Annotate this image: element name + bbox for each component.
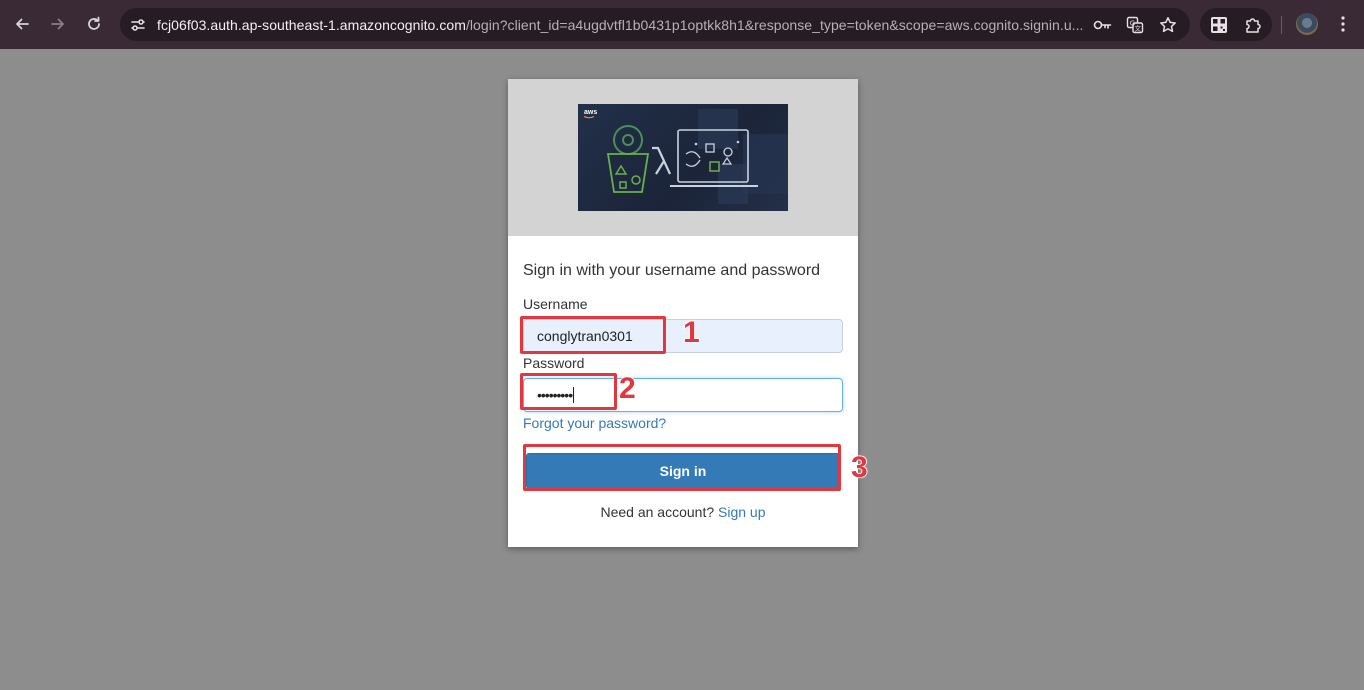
url-path: /login?client_id=a4ugdvtfl1b0431p1optkk8… [465, 17, 1084, 33]
qr-extension-icon[interactable] [1208, 14, 1230, 36]
password-label: Password [523, 355, 585, 371]
step-number-2: 2 [618, 371, 636, 406]
extensions-puzzle-icon[interactable] [1242, 14, 1264, 36]
step-number-3: 3 [850, 450, 868, 485]
signup-row: Need an account? Sign up [508, 504, 858, 520]
toolbar-divider [1281, 16, 1282, 34]
site-info-icon[interactable] [128, 15, 148, 35]
url-text[interactable]: fcj06f03.auth.ap-southeast-1.amazoncogni… [157, 17, 1087, 33]
bookmark-star-icon[interactable] [1158, 15, 1178, 35]
form-title: Sign in with your username and password [523, 262, 821, 279]
more-menu-icon[interactable] [1332, 13, 1354, 35]
aws-logo-text: aws [584, 109, 597, 116]
reload-icon[interactable] [81, 11, 107, 37]
logo-banner: aws [508, 79, 858, 236]
forgot-password-link[interactable]: Forgot your password? [523, 415, 666, 431]
forward-arrow-icon[interactable] [45, 11, 71, 37]
password-key-icon[interactable] [1093, 15, 1113, 35]
step-number-1: 1 [682, 315, 700, 350]
app-logo: aws [578, 104, 788, 211]
profile-avatar[interactable] [1296, 13, 1318, 35]
highlight-box-username [520, 316, 666, 354]
browser-toolbar: fcj06f03.auth.ap-southeast-1.amazoncogni… [0, 0, 1364, 49]
highlight-box-password [520, 373, 617, 410]
extensions-group [1200, 8, 1272, 41]
svg-text:文: 文 [1135, 24, 1142, 33]
sign-up-link[interactable]: Sign up [718, 504, 765, 520]
address-bar[interactable]: fcj06f03.auth.ap-southeast-1.amazoncogni… [120, 8, 1190, 41]
username-label: Username [523, 296, 588, 312]
signup-prompt: Need an account? [600, 504, 715, 520]
back-arrow-icon[interactable] [9, 11, 35, 37]
highlight-box-sign-in [523, 444, 841, 491]
url-host: fcj06f03.auth.ap-southeast-1.amazoncogni… [157, 17, 466, 33]
translate-icon[interactable]: G文 [1125, 15, 1145, 35]
